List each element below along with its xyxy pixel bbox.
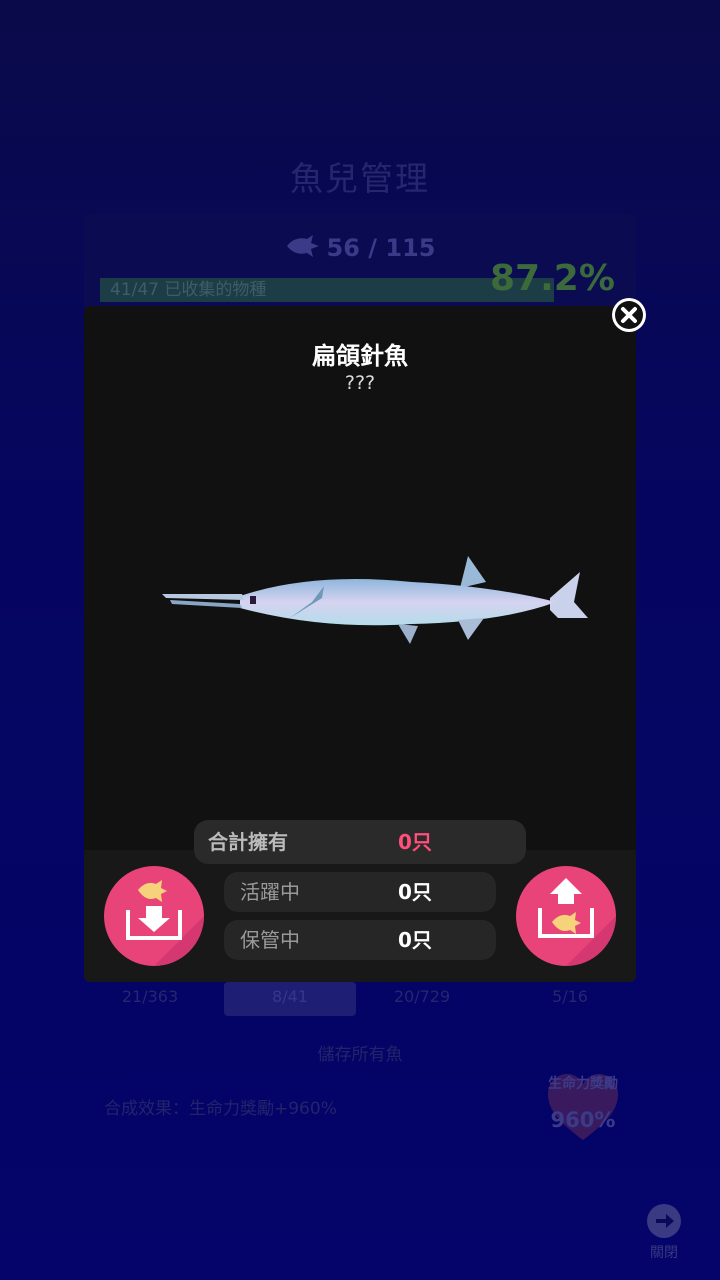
- close-dialog-button[interactable]: [612, 298, 646, 332]
- stored-value: 0只: [398, 928, 432, 952]
- stored-stat: 保管中 0只: [224, 920, 496, 960]
- synthesis-effect-text: 合成效果：生命力獎勵+960%: [104, 1099, 337, 1119]
- vitality-label: 生命力獎勵: [548, 1076, 618, 1092]
- total-owned-stat: 合計擁有 0只: [194, 820, 526, 864]
- tab-category-3[interactable]: 20/729: [356, 982, 488, 1016]
- release-fish-button[interactable]: [516, 866, 616, 966]
- fish-store-icon: [126, 880, 204, 966]
- fish-detail-dialog: 扁頜針魚 ??? 合計擁有 0只 活躍中 0只 保管中 0只: [84, 298, 646, 982]
- total-owned-label: 合計擁有: [208, 830, 288, 854]
- fish-count-value: 56 / 115: [326, 234, 436, 262]
- total-owned-value: 0只: [398, 830, 432, 854]
- page-title: 魚兒管理: [290, 159, 430, 198]
- fish-icon: [285, 235, 321, 263]
- active-label: 活躍中: [240, 880, 300, 904]
- stored-label: 保管中: [240, 928, 300, 952]
- fish-release-icon: [538, 878, 616, 966]
- fish-name: 扁頜針魚: [312, 342, 408, 370]
- tab-category-4[interactable]: 5/16: [504, 982, 636, 1016]
- active-value: 0只: [398, 880, 432, 904]
- arrow-right-icon: [647, 1204, 681, 1238]
- close-screen-button[interactable]: 關閉: [638, 1204, 690, 1262]
- collection-percent: 87.2%: [490, 258, 615, 299]
- fish-illustration: [162, 556, 588, 644]
- tab-category-2[interactable]: 8/41: [224, 982, 356, 1016]
- collection-progress-bar: 41/47 已收集的物種: [100, 278, 554, 302]
- tab-category-1[interactable]: 21/363: [84, 982, 216, 1016]
- store-all-button[interactable]: 儲存所有魚: [0, 1040, 720, 1065]
- category-tabs: 21/363 8/41 20/729 5/16: [84, 982, 636, 1018]
- close-icon: [615, 301, 643, 329]
- store-fish-button[interactable]: [104, 866, 204, 966]
- vitality-value: 960%: [550, 1108, 616, 1132]
- active-stat: 活躍中 0只: [224, 872, 496, 912]
- fish-description: ???: [344, 372, 376, 394]
- close-screen-label: 關閉: [650, 1245, 678, 1261]
